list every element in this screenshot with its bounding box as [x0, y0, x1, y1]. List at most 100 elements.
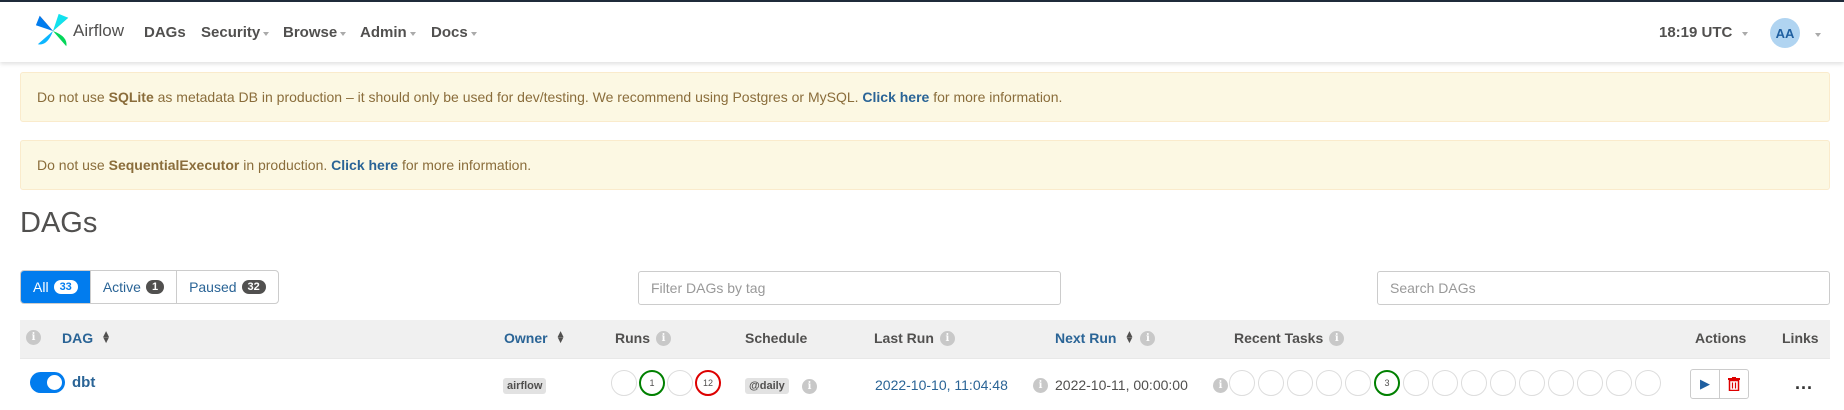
alert-text: in production. [239, 157, 332, 173]
nav-admin[interactable]: Admin [360, 24, 416, 41]
task-state-circle[interactable] [1403, 370, 1429, 396]
task-state-circle[interactable] [1548, 370, 1574, 396]
header-schedule: Schedule [745, 330, 807, 346]
caret-down-icon[interactable] [1815, 33, 1821, 37]
tab-label: All [33, 279, 49, 295]
task-state-circle[interactable] [1345, 370, 1371, 396]
caret-down-icon [263, 31, 270, 36]
header-owner[interactable]: Owner ▲ ▼ [504, 329, 566, 347]
nav-browse[interactable]: Browse [283, 24, 347, 41]
task-state-circle[interactable] [1258, 370, 1284, 396]
task-state-circle[interactable]: 3 [1374, 370, 1400, 396]
sort-icon: ▲ ▼ [555, 329, 566, 346]
tab-label: Active [102, 279, 141, 295]
timezone-clock[interactable]: 18:19 UTC [1659, 24, 1749, 41]
tab-paused[interactable]: Paused 32 [177, 271, 278, 303]
run-state-circle[interactable] [667, 370, 693, 396]
alert-text: Do not use [37, 89, 105, 105]
header-actions: Actions [1695, 330, 1746, 346]
header-dag[interactable]: DAG ▲ ▼ [62, 329, 112, 347]
header-label: Schedule [745, 330, 808, 346]
task-state-circle[interactable] [1461, 370, 1487, 396]
caret-down-icon [1742, 31, 1749, 36]
info-icon[interactable]: i [1213, 378, 1228, 393]
info-icon[interactable]: i [1140, 330, 1156, 346]
info-icon[interactable]: i [26, 330, 41, 345]
info-icon[interactable]: i [802, 379, 817, 394]
header-label: Runs [615, 330, 650, 346]
dag-active-toggle[interactable] [30, 372, 65, 393]
next-run-text: 2022-10-11, 00:00:00 [1055, 377, 1188, 393]
sort-icon: ▲ ▼ [101, 329, 112, 346]
run-state-circle[interactable]: 12 [695, 370, 721, 396]
alert-click-here-link[interactable]: Click here [331, 157, 398, 173]
links-menu-button[interactable]: ... [1795, 373, 1813, 394]
alert-text: for more information. [398, 157, 532, 173]
task-state-circle[interactable] [1519, 370, 1545, 396]
top-navbar: Airflow DAGs Security Browse Admin Docs … [0, 0, 1844, 62]
header-links: Links [1782, 330, 1819, 346]
tab-label: Paused [189, 279, 237, 295]
alert-strong-text: SequentialExecutor [108, 157, 240, 173]
caret-down-icon [340, 31, 347, 36]
header-label: Actions [1695, 330, 1747, 346]
delete-dag-button[interactable] [1719, 369, 1749, 399]
task-state-circle[interactable] [1229, 370, 1255, 396]
nav-dags-label: DAGs [144, 24, 186, 41]
info-icon[interactable]: i [656, 330, 671, 346]
run-state-circle[interactable]: 1 [639, 370, 665, 396]
sort-icon: ▲ ▼ [1124, 329, 1135, 346]
tab-all[interactable]: All 33 [21, 271, 91, 303]
header-runs: Runs i [615, 330, 671, 346]
alert-strong-text: SQLite [108, 89, 154, 105]
clock-label: 18:19 UTC [1659, 24, 1733, 41]
airflow-logo-icon[interactable] [34, 12, 72, 50]
tab-active[interactable]: Active 1 [91, 271, 178, 303]
count-badge: 32 [241, 280, 266, 294]
trigger-dag-button[interactable]: ▶ [1690, 369, 1720, 399]
nav-docs-label: Docs [431, 24, 468, 41]
trash-icon [1728, 377, 1740, 391]
task-state-circle[interactable] [1287, 370, 1313, 396]
nav-security[interactable]: Security [201, 24, 270, 41]
header-label: Links [1782, 330, 1819, 346]
user-avatar[interactable]: AA [1770, 18, 1800, 48]
dag-name-link[interactable]: dbt [72, 374, 95, 391]
task-state-circle[interactable] [1432, 370, 1458, 396]
owner-label[interactable]: airflow [503, 378, 547, 394]
task-state-circle[interactable] [1606, 370, 1632, 396]
info-icon[interactable]: i [1033, 378, 1048, 393]
alert-text: for more information. [929, 89, 1063, 105]
search-dags-input[interactable] [1377, 271, 1830, 305]
nav-admin-label: Admin [360, 24, 407, 41]
task-state-circle[interactable] [1490, 370, 1516, 396]
header-info: i [26, 330, 41, 345]
task-state-circle[interactable] [1577, 370, 1603, 396]
executor-warning-alert: Do not use SequentialExecutor in product… [20, 140, 1830, 190]
brand-name[interactable]: Airflow [73, 21, 124, 41]
dag-table-header: i DAG ▲ ▼ Owner ▲ ▼ Runs i Schedule Last Run i… [20, 320, 1830, 358]
nav-docs[interactable]: Docs [431, 24, 477, 41]
info-icon[interactable]: i [1329, 330, 1345, 346]
task-state-circle[interactable] [1316, 370, 1342, 396]
schedule-label[interactable]: @daily [745, 378, 789, 394]
nav-security-label: Security [201, 24, 261, 41]
header-label: Last Run [874, 330, 934, 346]
count-badge: 1 [145, 280, 165, 294]
info-icon[interactable]: i [939, 330, 955, 346]
header-next-run[interactable]: Next Run ▲ ▼ i [1055, 329, 1156, 346]
sqlite-warning-alert: Do not use SQLite as metadata DB in prod… [20, 72, 1830, 122]
alert-click-here-link[interactable]: Click here [862, 89, 929, 105]
nav-dags[interactable]: DAGs [144, 24, 186, 41]
run-state-circle[interactable] [611, 370, 637, 396]
header-last-run: Last Run i [874, 330, 955, 346]
tag-filter-input[interactable] [638, 271, 1061, 305]
last-run-link[interactable]: 2022-10-10, 11:04:48 [875, 377, 1008, 393]
count-badge: 33 [53, 280, 78, 294]
play-icon: ▶ [1700, 376, 1710, 391]
header-recent-tasks: Recent Tasks i [1234, 330, 1345, 346]
header-label: Recent Tasks [1234, 330, 1324, 346]
alert-text: Do not use [37, 157, 105, 173]
task-state-circle[interactable] [1635, 370, 1661, 396]
table-row: dbt airflow 1 12 @daily i 2022-10-10, 11… [20, 358, 1830, 410]
